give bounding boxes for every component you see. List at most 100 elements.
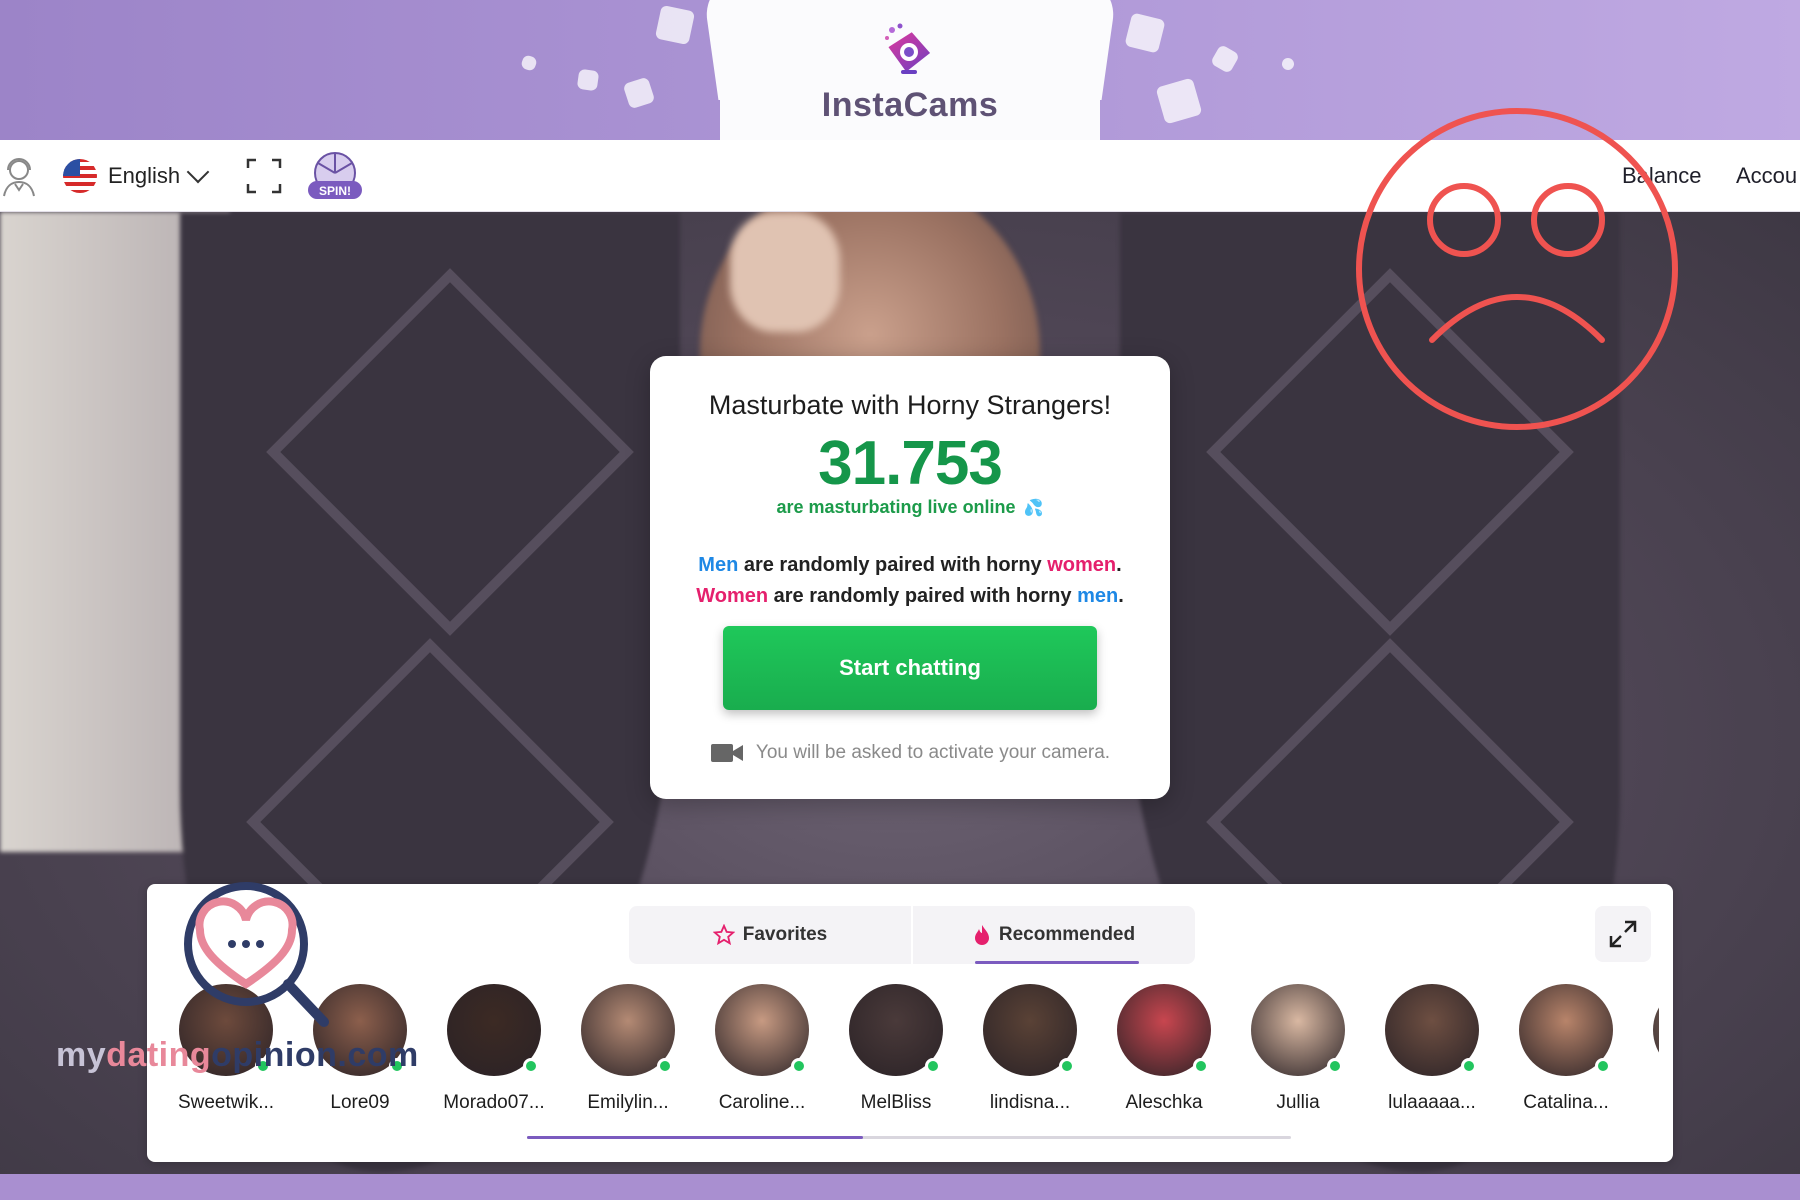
account-link[interactable]: Accou xyxy=(1736,140,1797,212)
carousel-scroll-thumb[interactable] xyxy=(527,1136,864,1139)
decor-cube xyxy=(576,68,600,92)
label-men: men xyxy=(1077,585,1119,607)
model-card[interactable]: Jullia xyxy=(1231,984,1365,1114)
online-status-dot xyxy=(1193,1058,1209,1074)
model-name: lulaaaaa... xyxy=(1388,1092,1476,1113)
model-name: Emilylin... xyxy=(587,1092,669,1113)
model-card[interactable]: lulaaaaa... xyxy=(1365,984,1499,1114)
pairing-text: are randomly paired with horny xyxy=(738,554,1048,576)
video-hand xyxy=(730,212,840,332)
online-status-dot xyxy=(657,1058,673,1074)
model-avatar[interactable] xyxy=(849,984,943,1076)
camera-note: You will be asked to activate your camer… xyxy=(650,742,1170,764)
decor-cube xyxy=(1209,43,1241,75)
model-avatar[interactable] xyxy=(715,984,809,1076)
models-panel: Favorites Recommended Sweetwik... Lore09 M… xyxy=(147,884,1673,1162)
watermark-part: opinion xyxy=(211,1036,338,1074)
tab-favorites-label: Favorites xyxy=(742,924,828,945)
model-name: Morado07... xyxy=(443,1092,545,1113)
expand-icon xyxy=(1609,920,1637,948)
online-status-dot xyxy=(791,1058,807,1074)
label-men: Men xyxy=(698,554,739,576)
model-card[interactable]: Caroline... xyxy=(695,984,829,1114)
instacams-logo-icon[interactable] xyxy=(878,22,940,84)
tab-recommended[interactable]: Recommended xyxy=(911,906,1195,964)
model-avatar[interactable] xyxy=(1385,984,1479,1076)
model-avatar[interactable] xyxy=(1251,984,1345,1076)
decor-cube xyxy=(520,54,538,72)
fullscreen-button[interactable] xyxy=(246,140,282,212)
expand-panel-button[interactable] xyxy=(1595,906,1651,962)
spin-label: SPIN! xyxy=(319,184,351,198)
online-status-dot xyxy=(1327,1058,1343,1074)
decor-cube xyxy=(654,4,696,46)
model-card[interactable]: Catalina... xyxy=(1499,984,1633,1114)
sad-face-icon xyxy=(1356,108,1678,430)
model-avatar[interactable] xyxy=(1653,984,1659,1076)
model-name: Jullia xyxy=(1276,1092,1320,1113)
model-avatar[interactable] xyxy=(1117,984,1211,1076)
model-avatar[interactable] xyxy=(1519,984,1613,1076)
language-label: English xyxy=(108,163,181,188)
watermark-part: dating xyxy=(106,1036,212,1074)
droplets-icon: 💦 xyxy=(1023,499,1044,517)
star-icon xyxy=(712,924,735,946)
model-avatar[interactable] xyxy=(983,984,1077,1076)
spin-wheel-icon: SPIN! xyxy=(308,152,362,199)
model-name: Lore09 xyxy=(330,1092,390,1113)
video-camera-icon xyxy=(710,744,743,762)
start-chat-card: Masturbate with Horny Strangers! 31.753 … xyxy=(650,356,1170,799)
model-card[interactable]: K xyxy=(1633,984,1659,1114)
model-card[interactable]: MelBliss xyxy=(829,984,963,1114)
tab-favorites[interactable]: Favorites xyxy=(629,906,911,964)
pairing-period: . xyxy=(1118,585,1124,607)
pairing-text: are randomly paired with horny xyxy=(768,585,1078,607)
online-count: 31.753 xyxy=(818,429,1003,498)
model-avatar[interactable] xyxy=(581,984,675,1076)
chevron-down-icon xyxy=(186,160,210,184)
flame-icon xyxy=(974,925,989,945)
model-avatar[interactable] xyxy=(447,984,541,1076)
mydatingopinion-logo-icon xyxy=(184,882,329,1027)
account-label: Accou xyxy=(1736,163,1798,188)
decor-cube xyxy=(1124,12,1166,54)
online-status-dot xyxy=(523,1058,539,1074)
online-status-dot xyxy=(925,1058,941,1074)
model-card[interactable]: lindisna... xyxy=(963,984,1097,1114)
camera-note-text: You will be asked to activate your camer… xyxy=(755,742,1111,763)
model-name: Catalina... xyxy=(1523,1092,1609,1113)
model-name: lindisna... xyxy=(989,1092,1071,1113)
pairing-line-men: Men are randomly paired with horny women… xyxy=(650,550,1170,581)
label-women: women xyxy=(1047,554,1117,576)
model-card[interactable]: Aleschka xyxy=(1097,984,1231,1114)
model-name: Aleschka xyxy=(1125,1092,1203,1113)
fullscreen-icon xyxy=(246,158,282,194)
watermark-part: my xyxy=(56,1036,107,1074)
support-button[interactable] xyxy=(0,140,38,212)
online-status-dot xyxy=(1059,1058,1075,1074)
watermark-part: .com xyxy=(337,1036,419,1074)
online-status-dot xyxy=(1461,1058,1477,1074)
brand-name[interactable]: InstaCams xyxy=(780,86,1040,125)
decor-cube xyxy=(1155,77,1203,125)
decor-cube xyxy=(1280,56,1296,72)
label-women: Women xyxy=(696,585,769,607)
pairing-line-women: Women are randomly paired with horny men… xyxy=(650,581,1170,612)
model-card[interactable]: Morado07... xyxy=(427,984,561,1114)
model-name: Caroline... xyxy=(718,1092,806,1113)
decor-cube xyxy=(622,76,656,110)
online-caption: are masturbating live online 💦 xyxy=(650,497,1170,518)
online-caption-text: are masturbating live online xyxy=(776,497,1016,517)
pairing-period: . xyxy=(1116,554,1122,576)
pairing-description: Men are randomly paired with horny women… xyxy=(650,550,1170,612)
online-status-dot xyxy=(1595,1058,1611,1074)
spin-button[interactable]: SPIN! xyxy=(304,140,366,212)
carousel-scrollbar[interactable] xyxy=(527,1136,1291,1139)
panel-tabs: Favorites Recommended xyxy=(629,906,1195,964)
model-name: Sweetwik... xyxy=(177,1092,275,1113)
footer-strip xyxy=(0,1174,1800,1200)
language-selector[interactable]: English xyxy=(62,140,210,212)
start-chatting-button[interactable]: Start chatting xyxy=(723,626,1097,710)
watermark-text: mydatingopinion.com xyxy=(56,1036,419,1075)
model-card[interactable]: Emilylin... xyxy=(561,984,695,1114)
